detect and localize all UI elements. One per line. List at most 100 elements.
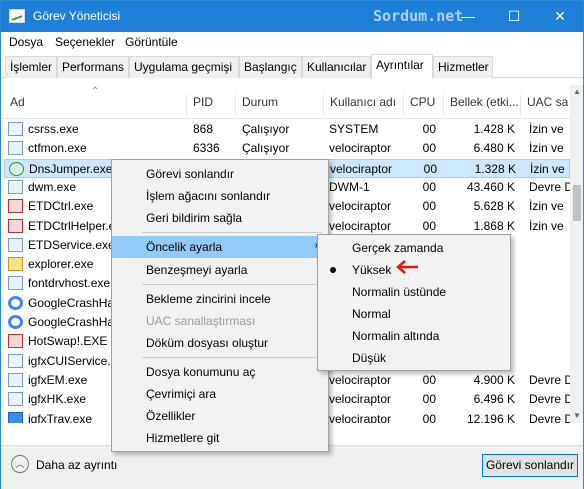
- end-task-button[interactable]: Görevi sonlandır: [482, 454, 578, 477]
- scroll-up-icon[interactable]: ▲: [572, 87, 582, 96]
- tab-services[interactable]: Hizmetler: [433, 56, 493, 78]
- window-icon: [8, 122, 23, 136]
- cell-user: velociraptor: [329, 218, 392, 233]
- cell-mem: 12.196 K: [466, 411, 515, 424]
- cell-mem: 6.496 K: [473, 392, 515, 407]
- menu-set-affinity[interactable]: Benzeşmeyi ayarla: [112, 259, 328, 281]
- column-memory[interactable]: Bellek (etki...: [444, 95, 521, 115]
- cell-mem: 43.460 K: [466, 179, 515, 194]
- cell-mem: 5.628 K: [473, 199, 515, 214]
- maximize-button[interactable]: ☐: [491, 1, 537, 32]
- column-status[interactable]: Durum: [236, 95, 324, 115]
- cell-cpu: 00: [422, 141, 436, 156]
- tab-startup[interactable]: Başlangıç: [239, 56, 302, 78]
- menu-separator: [142, 357, 322, 358]
- cell-uac: Devre D: [529, 372, 570, 387]
- cell-cpu: 00: [422, 122, 436, 136]
- menu-options[interactable]: Seçenekler: [55, 35, 115, 49]
- google-icon: [8, 295, 23, 310]
- cell-mem: 1.328 K: [474, 161, 516, 176]
- table-header: ⌃ Ad PID Durum Kullanıcı adı CPU Bellek …: [4, 85, 570, 119]
- menu-provide-feedback[interactable]: Geri bildirim sağla: [112, 207, 328, 229]
- menu-properties[interactable]: Özellikler: [112, 405, 328, 427]
- cell-uac: İzin ve: [530, 161, 565, 176]
- cell-uac: Devre D: [529, 179, 570, 194]
- menu-set-priority[interactable]: Öncelik ayarla›: [112, 236, 328, 258]
- red-arrow-annotation-icon: [396, 260, 418, 274]
- cell-pid: 6336: [193, 141, 220, 156]
- menu-open-file-location[interactable]: Dosya konumunu aç: [112, 361, 328, 383]
- cell-uac: İzin ve: [529, 141, 564, 156]
- chevron-up-icon[interactable]: ︿: [11, 455, 29, 473]
- cell-cpu: 00: [422, 392, 436, 407]
- vertical-scrollbar[interactable]: ▲ ▼: [570, 85, 583, 423]
- column-uac[interactable]: UAC sa: [521, 95, 570, 115]
- window-icon: [8, 276, 23, 291]
- scroll-down-icon[interactable]: ▼: [572, 411, 582, 420]
- cell-user: velociraptor: [329, 199, 392, 214]
- window-icon: [8, 392, 23, 407]
- tab-app-history[interactable]: Uygulama geçmişi: [129, 56, 239, 78]
- menu-view[interactable]: Görüntüle: [125, 35, 178, 49]
- minimize-button[interactable]: —: [445, 1, 491, 32]
- column-cpu[interactable]: CPU: [404, 95, 444, 115]
- menu-search-online[interactable]: Çevrimiçi ara: [112, 383, 328, 405]
- tab-processes[interactable]: İşlemler: [5, 56, 57, 78]
- cell-status: Çalışıyor: [242, 122, 290, 136]
- priority-below-normal[interactable]: Normalin altında: [318, 325, 510, 347]
- window-icon: [8, 179, 23, 194]
- cell-user: DWM-1: [329, 179, 370, 194]
- menu-go-to-services[interactable]: Hizmetlere git: [112, 427, 328, 449]
- cell-cpu: 00: [423, 161, 437, 176]
- menu-analyze-wait-chain[interactable]: Bekleme zincirini incele: [112, 288, 328, 310]
- cell-user: velociraptor: [329, 141, 392, 156]
- elan-icon: [8, 218, 23, 233]
- close-button[interactable]: ✕: [537, 1, 583, 32]
- cell-user: SYSTEM: [329, 122, 379, 136]
- cell-cpu: 00: [422, 372, 436, 387]
- priority-submenu: Gerçek zamanda Yüksek Normalin üstünde N…: [317, 234, 511, 371]
- cell-uac: İzin ve: [529, 199, 564, 214]
- less-details-link[interactable]: Daha az ayrıntı: [36, 458, 117, 472]
- menu-separator: [142, 284, 322, 285]
- table-row[interactable]: ctfmon.exe 6336 Çalışıyor velociraptor 00 6.4…: [4, 139, 570, 158]
- cell-cpu: 00: [422, 411, 436, 424]
- google-icon: [8, 315, 23, 329]
- tab-details[interactable]: Ayrıntılar: [371, 54, 433, 79]
- cell-cpu: 00: [422, 218, 436, 233]
- menu-file[interactable]: Dosya: [9, 35, 43, 49]
- column-pid[interactable]: PID: [187, 95, 236, 115]
- hotswap-icon: [8, 334, 23, 349]
- cell-uac: Devre D: [529, 411, 570, 424]
- menu-create-dump[interactable]: Döküm dosyası oluştur: [112, 332, 328, 354]
- cell-uac: İzin ve: [529, 218, 564, 233]
- cell-mem: 6.480 K: [473, 141, 515, 156]
- priority-realtime[interactable]: Gerçek zamanda: [318, 237, 510, 259]
- menu-end-process-tree[interactable]: İşlem ağacını sonlandır: [112, 185, 328, 207]
- task-manager-icon: [9, 9, 25, 23]
- cell-user: velociraptor: [329, 372, 392, 387]
- title-bar[interactable]: Görev Yöneticisi Sordum.net — ☐ ✕: [1, 1, 583, 32]
- menu-bar: Dosya Seçenekler Görüntüle: [1, 32, 583, 52]
- cell-status: Çalışıyor: [242, 141, 290, 156]
- cell-cpu: 00: [422, 199, 436, 214]
- cell-pid: 868: [193, 122, 214, 136]
- cell-mem: 1.868 K: [473, 218, 515, 233]
- menu-end-task[interactable]: Görevi sonlandır: [112, 163, 328, 185]
- column-username[interactable]: Kullanıcı adı: [324, 95, 404, 115]
- window-icon: [8, 237, 23, 252]
- scroll-thumb[interactable]: [573, 185, 581, 221]
- priority-low[interactable]: Düşük: [318, 347, 510, 369]
- tab-performance[interactable]: Performans: [57, 56, 129, 78]
- dns-jumper-icon: [9, 161, 24, 176]
- menu-separator: [142, 232, 322, 233]
- priority-normal[interactable]: Normal: [318, 303, 510, 325]
- cell-mem: 1.428 K: [473, 122, 515, 136]
- window-icon: [8, 353, 23, 368]
- column-name[interactable]: Ad: [4, 95, 187, 115]
- priority-above-normal[interactable]: Normalin üstünde: [318, 281, 510, 303]
- table-row[interactable]: csrss.exe 868 Çalışıyor SYSTEM 00 1.428 K İzin…: [4, 120, 570, 139]
- tab-users[interactable]: Kullanıcılar: [302, 56, 371, 78]
- cell-user: velociraptor: [329, 411, 392, 424]
- cell-name: ctfmon.exe: [28, 141, 87, 156]
